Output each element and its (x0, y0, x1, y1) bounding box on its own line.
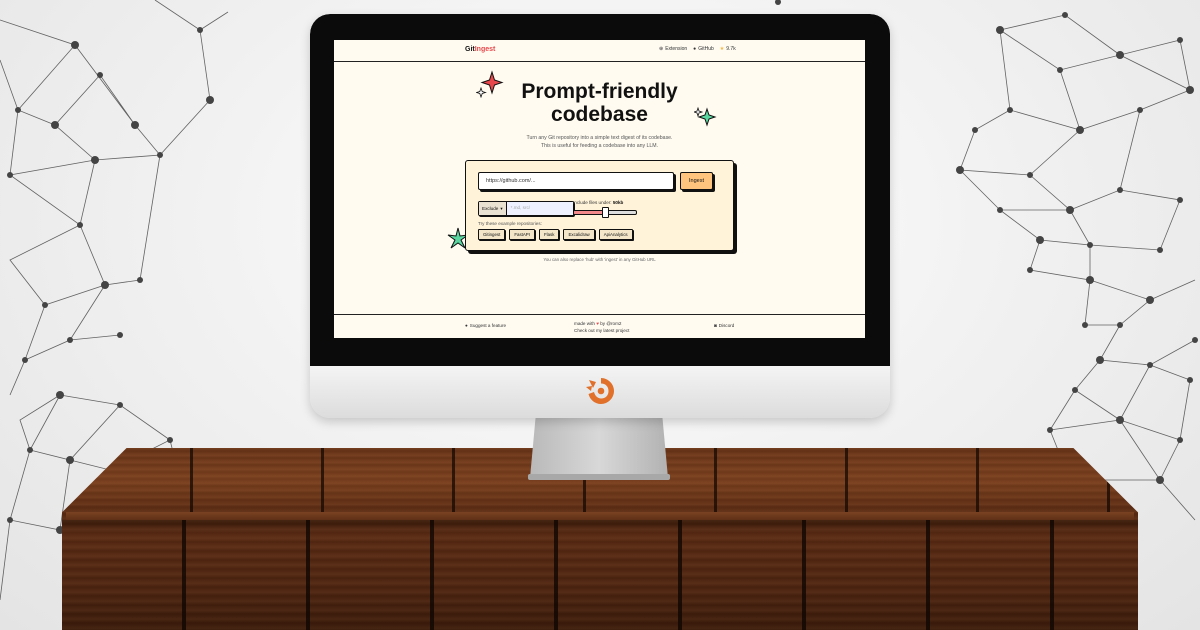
example-repo-button[interactable]: Flask (538, 229, 560, 240)
hero-subtitle: Turn any Git repository into a simple te… (334, 134, 865, 150)
exclude-label: Exclude (482, 206, 499, 211)
file-size-label: Include files under: 50kb (573, 200, 623, 205)
extension-label: Extension (665, 46, 688, 52)
github-icon: ● (693, 46, 697, 52)
chevron-down-icon: ▾ (500, 205, 503, 211)
examples-label: Try these example repositories: (478, 221, 542, 226)
github-link[interactable]: ● GitHub (693, 46, 714, 52)
extension-icon: ⊕ (659, 46, 664, 52)
discord-icon: ◙ (714, 323, 717, 328)
suggest-feature-label: Suggest a feature (469, 323, 507, 328)
monitor-stand (530, 418, 668, 478)
extension-link[interactable]: ⊕ Extension (659, 46, 687, 52)
made-with-text: made with (574, 321, 595, 326)
example-repo-button[interactable]: Gitingest (478, 229, 506, 240)
url-hint: You can also replace 'hub' with 'ingest'… (543, 257, 656, 262)
file-size-prefix: Include files under: (573, 200, 612, 205)
monitor-stand-base (528, 474, 670, 480)
repo-url-input[interactable]: https://github.com/... (478, 172, 674, 190)
hero-title-line1: Prompt-friendly (521, 80, 678, 103)
star-icon: ★ (719, 46, 725, 52)
desk-front (62, 520, 1138, 630)
footer: ● Suggest a feature made with ♥ by @rom2 … (334, 314, 865, 338)
suggest-feature-link[interactable]: ● Suggest a feature (465, 323, 506, 328)
pattern-filter: Exclude ▾ *.md, src/ (478, 201, 574, 216)
footer-credits: made with ♥ by @rom2 Check out my latest… (574, 320, 629, 334)
author-link[interactable]: by @rom2 (600, 321, 621, 326)
github-label: GitHub (698, 46, 714, 52)
slider-thumb[interactable] (602, 207, 609, 218)
nav-links: ⊕ Extension ● GitHub ★ 9.7k (659, 46, 736, 52)
slider-fill (574, 211, 605, 214)
latest-project-link[interactable]: Check out my latest project (574, 327, 629, 334)
hero-title: Prompt-friendly codebase (334, 80, 865, 126)
pattern-input[interactable]: *.md, src/ (506, 202, 573, 215)
hero-title-line2: codebase (551, 103, 648, 126)
discord-label: Discord (718, 323, 735, 328)
example-repo-button[interactable]: Excalidraw (563, 229, 595, 240)
ingest-form-card: https://github.com/... Ingest Exclude ▾ *… (465, 160, 734, 251)
hero-subtitle-line2: This is useful for feeding a codebase in… (540, 143, 659, 149)
scene: GitIngest ⊕ Extension ● GitHub ★ 9.7k Promp… (0, 0, 1200, 630)
ingest-button[interactable]: Ingest (680, 172, 713, 190)
example-repo-button[interactable]: ApiAnalytics (598, 229, 633, 240)
brand-part-ingest: Ingest (474, 46, 496, 53)
exclude-dropdown[interactable]: Exclude ▾ (479, 202, 507, 215)
star-count: ★ 9.7k (720, 46, 736, 52)
brand-logo[interactable]: GitIngest (465, 46, 495, 53)
example-repo-button[interactable]: FastAPI (509, 229, 535, 240)
file-size-value: 50kb (612, 200, 624, 205)
top-nav: GitIngest ⊕ Extension ● GitHub ★ 9.7k (334, 40, 865, 62)
star-count-value: 9.7k (726, 46, 736, 52)
brand-logo-icon (586, 378, 614, 404)
brand-part-git: Git (465, 46, 475, 53)
app-screen: GitIngest ⊕ Extension ● GitHub ★ 9.7k Promp… (334, 40, 865, 338)
github-icon: ● (465, 323, 468, 328)
heart-icon: ♥ (596, 321, 599, 326)
example-repos: Gitingest FastAPI Flask Excalidraw ApiAn… (478, 229, 633, 240)
hero-subtitle-line1: Turn any Git repository into a simple te… (526, 135, 673, 141)
discord-link[interactable]: ◙ Discord (714, 323, 734, 328)
